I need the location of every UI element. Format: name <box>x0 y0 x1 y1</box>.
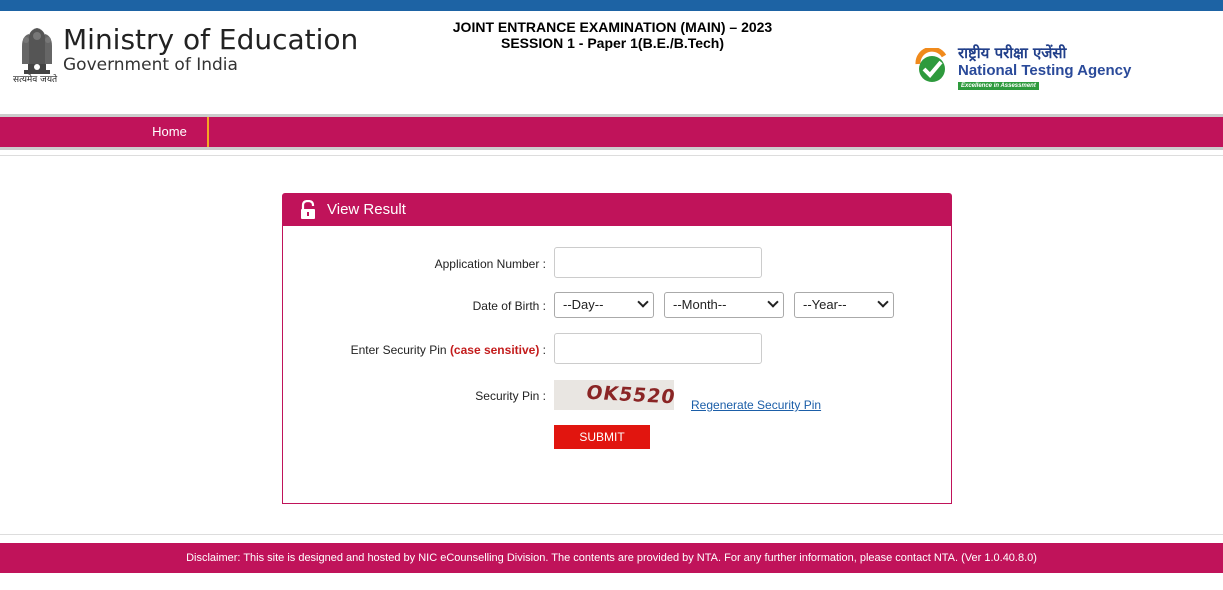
application-number-input[interactable] <box>554 247 762 278</box>
nta-english-name: National Testing Agency <box>958 62 1132 79</box>
chevron-down-icon <box>767 296 779 308</box>
dob-day-select[interactable]: --Day-- <box>554 292 654 318</box>
application-number-label: Application Number : <box>434 257 546 271</box>
nta-logo-block: राष्ट्रीय परीक्षा एजेंसी National Testin… <box>914 43 1154 93</box>
dob-day-value: --Day-- <box>563 297 604 312</box>
dob-year-select[interactable]: --Year-- <box>794 292 894 318</box>
footer-separator <box>0 534 1223 535</box>
nav-wrapper: Home <box>0 114 1223 150</box>
ministry-subtitle: Government of India <box>63 55 238 75</box>
captcha-image: OK5520 <box>554 380 678 410</box>
exam-title-line2: SESSION 1 - Paper 1(B.E./B.Tech) <box>500 35 725 51</box>
chevron-down-icon <box>877 296 889 308</box>
security-pin-input[interactable] <box>554 333 762 364</box>
top-blue-bar <box>0 0 1223 11</box>
dob-label: Date of Birth : <box>472 299 546 313</box>
emblem-motto: सत्यमेव जयते <box>13 75 58 85</box>
nav-home-link[interactable]: Home <box>132 117 209 147</box>
lock-icon <box>301 200 315 219</box>
main-nav: Home <box>0 117 1223 147</box>
captcha-label: Security Pin : <box>475 389 546 403</box>
submit-button[interactable]: SUBMIT <box>554 425 650 449</box>
header-separator <box>0 155 1223 156</box>
panel-title: View Result <box>327 201 406 218</box>
exam-title-line1: JOINT ENTRANCE EXAMINATION (MAIN) – 2023 <box>452 19 773 35</box>
case-sensitive-note: (case sensitive) <box>449 343 540 357</box>
nta-tagline: Excellence in Assessment <box>958 82 1039 90</box>
site-header: सत्यमेव जयते Ministry of Education Gover… <box>0 11 1223 114</box>
regenerate-security-pin-link[interactable]: Regenerate Security Pin <box>691 398 821 412</box>
view-result-panel: View Result Application Number : Date of… <box>282 193 952 504</box>
chevron-down-icon <box>637 296 649 308</box>
footer-disclaimer: Disclaimer: This site is designed and ho… <box>0 543 1223 573</box>
exam-title: JOINT ENTRANCE EXAMINATION (MAIN) – 2023… <box>420 19 805 51</box>
nta-checkmark-icon <box>915 48 947 82</box>
dob-month-select[interactable]: --Month-- <box>664 292 784 318</box>
security-pin-label-colon: : <box>539 343 546 357</box>
security-pin-label-text: Enter Security Pin <box>350 343 450 357</box>
nta-hindi-name: राष्ट्रीय परीक्षा एजेंसी <box>958 44 1067 62</box>
dob-month-value: --Month-- <box>673 297 727 312</box>
captcha-text: OK5520 <box>584 381 678 409</box>
security-pin-label: Enter Security Pin (case sensitive) : <box>351 343 546 357</box>
ministry-title: Ministry of Education <box>63 23 359 56</box>
panel-header: View Result <box>283 194 951 226</box>
dob-year-value: --Year-- <box>803 297 847 312</box>
